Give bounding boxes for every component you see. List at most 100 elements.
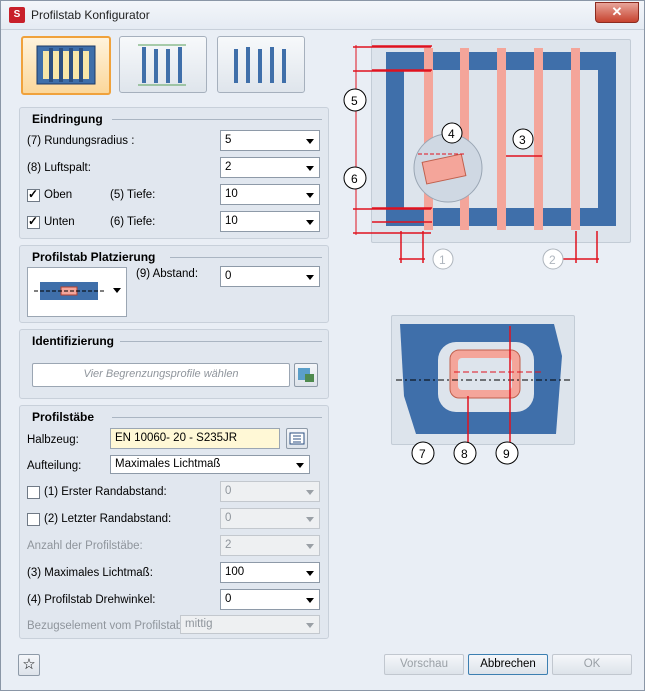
top-label: Oben [44,189,73,201]
catalog-icon [289,432,305,445]
chevron-down-icon [306,623,314,628]
chevron-down-icon [306,598,314,603]
max-gap-label: (3) Maximales Lichtmaß: [27,567,153,579]
last-edge-checkbox[interactable] [27,513,40,526]
chevron-down-icon [306,193,314,198]
top-depth-label: (5) Tiefe: [110,189,156,201]
halbzeug-field[interactable]: EN 10060- 20 - S235JR [110,428,280,449]
top-depth-value: 10 [225,188,238,200]
gap-select[interactable]: 2 [220,157,320,178]
bottom-checkbox[interactable]: ✓ [27,214,40,229]
profile-detail-diagram [396,324,570,444]
max-gap-select[interactable]: 100 [220,562,320,583]
reference-select[interactable]: mittig [180,615,320,634]
pick-element-icon [298,368,314,382]
max-gap-value: 100 [225,566,245,578]
first-edge-checkbox[interactable] [27,486,40,499]
first-edge-value: 0 [225,485,232,497]
divider [170,257,322,258]
bars-only-icon [138,44,186,86]
section-eindringung: Eindringung (7) Rundungsradius : 5 (8) L… [19,107,329,239]
preview-button[interactable]: Vorschau [384,654,464,675]
cancel-button[interactable]: Abbrechen [468,654,548,675]
chevron-down-icon [306,275,314,280]
placement-icon [34,282,121,300]
placement-picker[interactable] [27,267,127,317]
ok-button[interactable]: OK [552,654,632,675]
mode-frame-bars-button[interactable] [21,36,111,95]
check-icon: ✓ [28,214,39,228]
aufteilung-label: Aufteilung: [27,460,82,472]
chevron-down-icon [306,220,314,225]
section-title: Profilstäbe [32,410,95,424]
bottom-depth-label: (6) Tiefe: [110,216,156,228]
divider [120,341,322,342]
configurator-window: S Profilstab Konfigurator ✕ Eindringung … [0,0,645,691]
favorites-button[interactable]: ☆ [18,654,40,676]
callout-1-text: 1 [439,253,446,267]
check-icon: ✓ [28,187,39,201]
chevron-down-icon [306,166,314,171]
last-edge-select[interactable]: 0 [220,508,320,529]
section-identifizierung: Identifizierung Vier Begrenzungsprofile … [19,329,329,399]
halbzeug-label: Halbzeug: [27,434,79,446]
reference-value: mittig [185,618,213,630]
chevron-down-icon [306,571,314,576]
section-title: Identifizierung [32,334,114,348]
gap-value: 2 [225,161,232,173]
last-edge-label: (2) Letzter Randabstand: [44,513,172,525]
mode-bars-only-button[interactable] [119,36,207,93]
frame-bars-icon [36,45,96,85]
callout-5-text: 5 [351,94,358,108]
select-profiles-button[interactable] [294,363,318,387]
bottom-depth-select[interactable]: 10 [220,211,320,232]
bottom-label: Unten [44,216,75,228]
section-profilstaebe: Profilstäbe Halbzeug: EN 10060- 20 - S23… [19,405,329,639]
detail-callouts: 7 8 9 [411,441,519,465]
count-label: Anzahl der Profilstäbe: [27,540,143,552]
callout-7-text: 7 [419,447,426,461]
chevron-down-icon [306,544,314,549]
distance-value: 0 [225,270,232,282]
title-bar: S Profilstab Konfigurator ✕ [1,1,644,30]
bars-grid-icon [234,47,286,83]
callout-4-text: 4 [448,127,455,141]
radius-select[interactable]: 5 [220,130,320,151]
top-checkbox[interactable]: ✓ [27,187,40,202]
callout-8-text: 8 [461,447,468,461]
callout-6-text: 6 [351,172,358,186]
section-platzierung: Profilstab Platzierung (9) Abstand: 0 [19,245,329,323]
chevron-down-icon [306,139,314,144]
distance-label: (9) Abstand: [136,268,199,280]
app-icon: S [9,7,25,23]
bottom-depth-value: 10 [225,215,238,227]
reference-label: Bezugselement vom Profilstab: [27,620,186,632]
last-edge-value: 0 [225,512,232,524]
rotation-select[interactable]: 0 [220,589,320,610]
rotation-value: 0 [225,593,232,605]
chevron-down-icon [306,490,314,495]
radius-value: 5 [225,134,232,146]
section-title: Eindringung [32,112,103,126]
dimension-overlay: 5 6 4 3 1 2 [343,45,599,270]
chevron-down-icon [306,517,314,522]
halbzeug-value: EN 10060- 20 - S235JR [115,432,238,444]
distance-select[interactable]: 0 [220,266,320,287]
first-edge-select[interactable]: 0 [220,481,320,502]
gap-label: (8) Luftspalt: [27,162,91,174]
aufteilung-value: Maximales Lichtmaß [115,458,221,470]
rotation-label: (4) Profilstab Drehwinkel: [27,594,156,606]
divider [112,119,322,120]
window-title: Profilstab Konfigurator [31,8,150,22]
count-select[interactable]: 2 [220,535,320,556]
detail-preview [391,315,575,445]
boundary-profiles-field[interactable]: Vier Begrenzungsprofile wählen [32,363,290,387]
mode-bars-grid-button[interactable] [217,36,305,93]
section-title: Profilstab Platzierung [32,250,156,264]
catalog-button[interactable] [286,428,308,449]
callout-2-text: 2 [549,253,556,267]
aufteilung-select[interactable]: Maximales Lichtmaß [110,455,310,474]
close-button[interactable]: ✕ [595,2,639,23]
chevron-down-icon [296,463,304,468]
top-depth-select[interactable]: 10 [220,184,320,205]
